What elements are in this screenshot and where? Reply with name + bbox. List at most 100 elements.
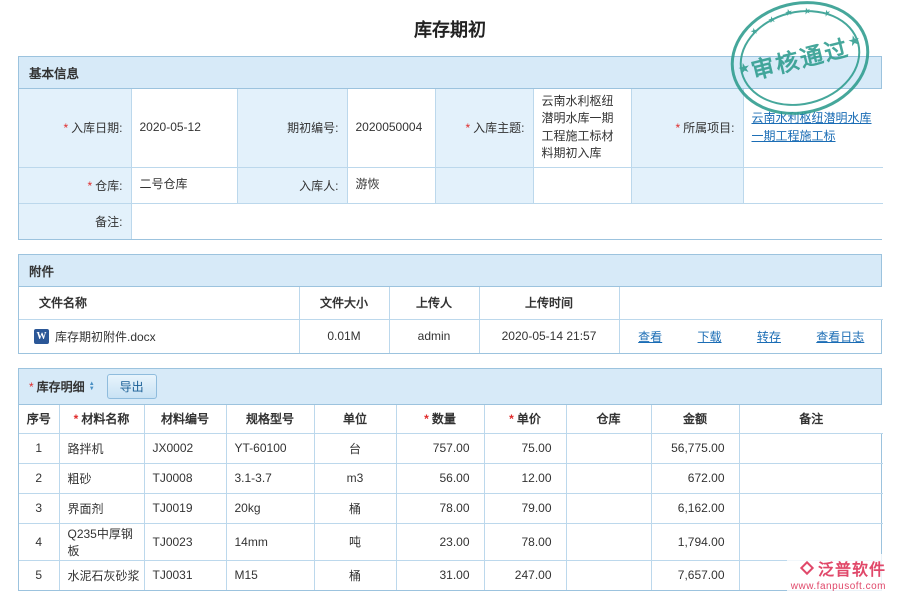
inventory-cell: [739, 433, 883, 463]
inventory-row: 4Q235中厚钢板TJ002314mm吨23.0078.001,794.00: [19, 523, 883, 560]
remark-label: 备注:: [19, 203, 131, 239]
inventory-cell: 78.00: [484, 523, 566, 560]
attachment-uploader: admin: [389, 319, 479, 353]
basic-info-table: *入库日期: 2020-05-12 期初编号: 2020050004 *入库主题…: [19, 89, 883, 239]
inventory-cell: 桶: [314, 493, 396, 523]
inventory-cell: 247.00: [484, 560, 566, 590]
inventory-cell: 23.00: [396, 523, 484, 560]
inventory-cell: 吨: [314, 523, 396, 560]
inventory-row: 2粗砂TJ00083.1-3.7m356.0012.00672.00: [19, 463, 883, 493]
inventory-cell: YT-60100: [226, 433, 314, 463]
inventory-header-row: 序号*材料名称材料编号规格型号单位*数量*单价仓库金额备注: [19, 405, 883, 433]
inventory-cell: 672.00: [651, 463, 739, 493]
initial-no-value: 2020050004: [347, 89, 435, 167]
required-asterisk: *: [424, 412, 429, 426]
vendor-url: www.fanpusoft.com: [791, 581, 886, 592]
attachments-col-uploader: 上传人: [389, 287, 479, 319]
inventory-cell: Q235中厚钢板: [59, 523, 144, 560]
inventory-cell: TJ0008: [144, 463, 226, 493]
inventory-section: * 库存明细 ▲ ▼ 导出 序号*材料名称材料编号规格型号单位*数量*单价仓库金…: [18, 368, 882, 591]
inventory-col-header: 材料编号: [144, 405, 226, 433]
attachments-col-filesize: 文件大小: [299, 287, 389, 319]
save-as-link[interactable]: 转存: [757, 328, 781, 345]
inventory-cell: 31.00: [396, 560, 484, 590]
inventory-cell: 12.00: [484, 463, 566, 493]
attachments-col-filename: 文件名称: [19, 287, 299, 319]
inventory-cell: 水泥石灰砂浆: [59, 560, 144, 590]
inventory-cell: TJ0023: [144, 523, 226, 560]
empty-value-cell: [533, 167, 631, 203]
sort-icon[interactable]: ▲ ▼: [89, 382, 95, 392]
page-title: 库存期初: [0, 0, 900, 56]
in-person-label: 入库人:: [237, 167, 347, 203]
attachments-table: 文件名称 文件大小 上传人 上传时间 W 库存期初附件.docx 0.01M a…: [19, 287, 883, 353]
inventory-row: 5水泥石灰砂浆TJ0031M15桶31.00247.007,657.00: [19, 560, 883, 590]
inventory-cell: 56,775.00: [651, 433, 739, 463]
attachment-filename: 库存期初附件.docx: [55, 328, 156, 345]
inventory-col-header: 仓库: [566, 405, 651, 433]
inventory-cell: 757.00: [396, 433, 484, 463]
empty-label-cell: [631, 167, 743, 203]
export-button[interactable]: 导出: [107, 374, 157, 399]
inventory-cell: m3: [314, 463, 396, 493]
inventory-table: 序号*材料名称材料编号规格型号单位*数量*单价仓库金额备注 1路拌机JX0002…: [19, 405, 883, 590]
in-date-value: 2020-05-12: [131, 89, 237, 167]
required-asterisk: *: [29, 380, 34, 394]
inventory-cell: [566, 560, 651, 590]
inventory-cell: [566, 463, 651, 493]
inventory-col-header: 备注: [739, 405, 883, 433]
inventory-col-header: *单价: [484, 405, 566, 433]
basic-info-section-header: 基本信息: [19, 57, 881, 89]
warehouse-value: 二号仓库: [131, 167, 237, 203]
view-link[interactable]: 查看: [638, 328, 662, 345]
project-value-cell: 云南水利枢纽潜明水库一期工程施工标: [743, 89, 883, 167]
empty-value-cell: [743, 167, 883, 203]
attachments-section-header: 附件: [19, 255, 881, 287]
inventory-cell: [566, 523, 651, 560]
view-log-link[interactable]: 查看日志: [816, 328, 864, 345]
warehouse-label: *仓库:: [19, 167, 131, 203]
inventory-cell: 3.1-3.7: [226, 463, 314, 493]
inventory-table-body: 1路拌机JX0002YT-60100台757.0075.0056,775.002…: [19, 433, 883, 590]
inventory-cell: TJ0031: [144, 560, 226, 590]
in-date-label: *入库日期:: [19, 89, 131, 167]
in-subject-label: *入库主题:: [435, 89, 533, 167]
required-asterisk: *: [465, 121, 470, 135]
inventory-cell: TJ0019: [144, 493, 226, 523]
inventory-cell: 台: [314, 433, 396, 463]
vendor-brand-text: 泛普软件: [818, 556, 886, 580]
inventory-col-header: 单位: [314, 405, 396, 433]
project-link[interactable]: 云南水利枢纽潜明水库一期工程施工标: [752, 111, 872, 142]
inventory-cell: 路拌机: [59, 433, 144, 463]
inventory-cell: 7,657.00: [651, 560, 739, 590]
inventory-cell: 4: [19, 523, 59, 560]
basic-info-title: 基本信息: [29, 63, 79, 82]
inventory-cell: 3: [19, 493, 59, 523]
inventory-cell: [739, 493, 883, 523]
download-link[interactable]: 下载: [698, 328, 722, 345]
attachments-section: 附件 文件名称 文件大小 上传人 上传时间 W 库存期初附件.docx 0.01…: [18, 254, 882, 354]
project-label: *所属项目:: [631, 89, 743, 167]
inventory-cell: M15: [226, 560, 314, 590]
inventory-cell: 75.00: [484, 433, 566, 463]
inventory-cell: 界面剂: [59, 493, 144, 523]
required-asterisk: *: [87, 179, 92, 193]
required-asterisk: *: [74, 412, 79, 426]
inventory-col-header: 规格型号: [226, 405, 314, 433]
inventory-cell: 78.00: [396, 493, 484, 523]
inventory-cell: [566, 433, 651, 463]
inventory-cell: 79.00: [484, 493, 566, 523]
inventory-cell: 14mm: [226, 523, 314, 560]
attachment-actions-cell: 查看 下载 转存 查看日志: [619, 319, 883, 353]
inventory-col-header: 序号: [19, 405, 59, 433]
inventory-cell: 20kg: [226, 493, 314, 523]
required-asterisk: *: [675, 121, 680, 135]
inventory-cell: 桶: [314, 560, 396, 590]
required-asterisk: *: [509, 412, 514, 426]
inventory-col-header: 金额: [651, 405, 739, 433]
attachments-col-actions: [619, 287, 883, 319]
attachments-col-uploadtime: 上传时间: [479, 287, 619, 319]
inventory-cell: JX0002: [144, 433, 226, 463]
vendor-logo: 泛普软件 www.fanpusoft.com: [787, 554, 890, 594]
attachment-filename-cell: W 库存期初附件.docx: [19, 319, 299, 353]
